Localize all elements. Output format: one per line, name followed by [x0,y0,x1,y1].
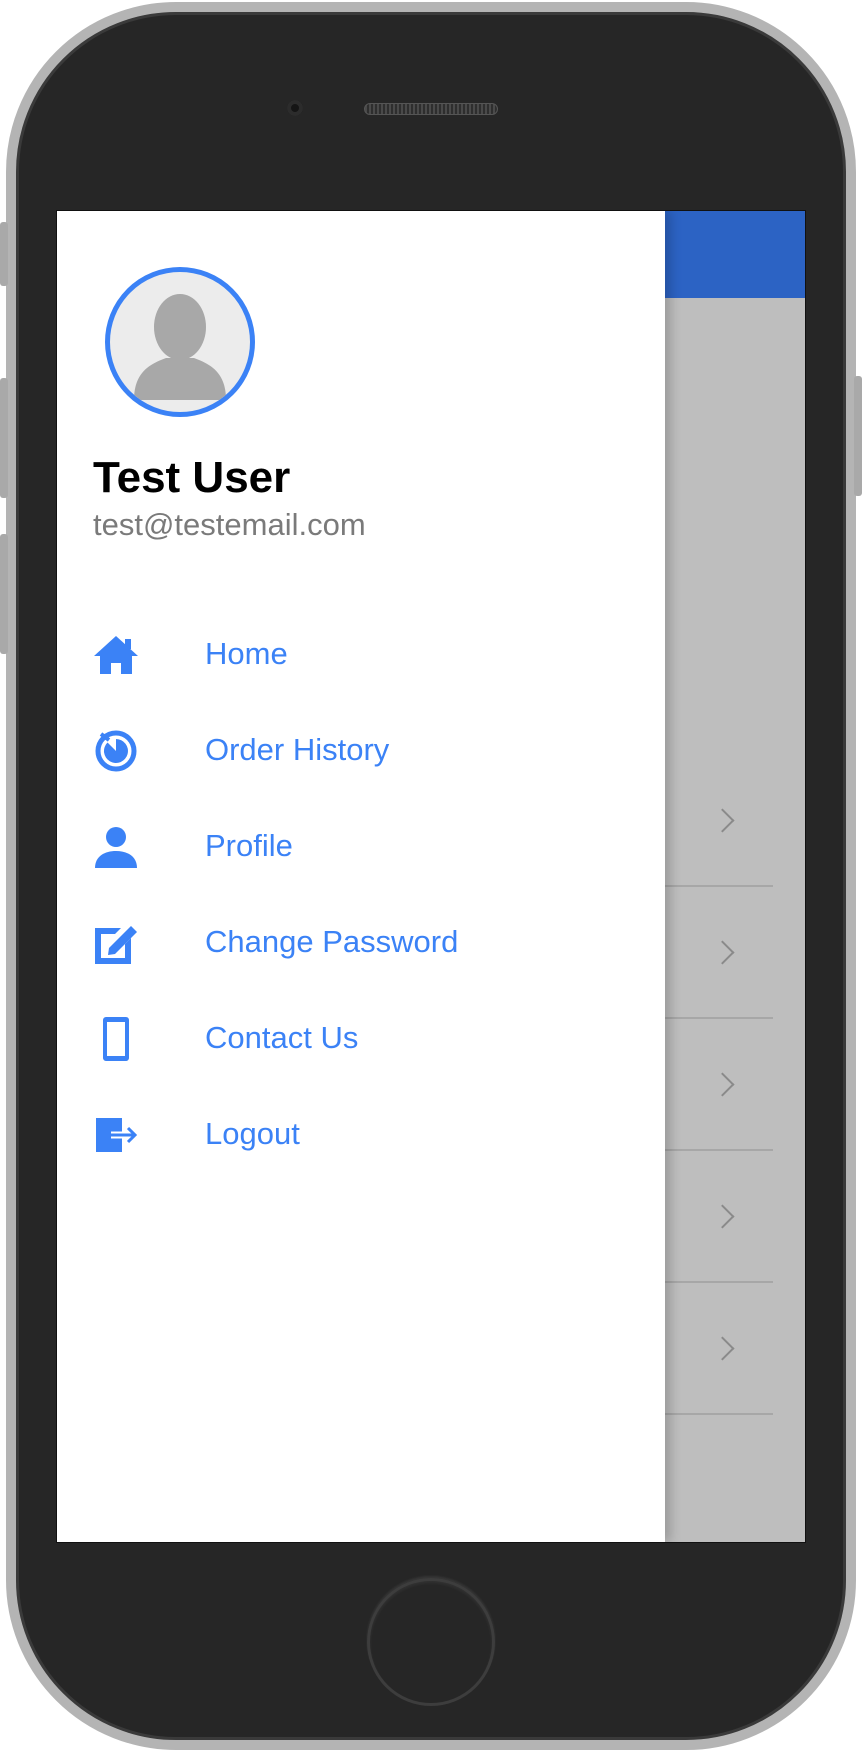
menu-item-contact-us[interactable]: Contact Us [57,1000,665,1080]
phone-icon [91,1014,141,1064]
person-icon [91,822,141,872]
chevron-right-icon [710,1203,735,1229]
power-button [854,376,862,496]
navigation-drawer: Test User test@testemail.com Home Order … [57,211,665,1542]
menu-item-label: Profile [205,828,293,863]
menu-item-profile[interactable]: Profile [57,808,665,888]
history-icon [91,726,141,776]
menu-item-label: Change Password [205,924,459,959]
menu-item-label: Contact Us [205,1020,359,1055]
edit-icon [91,918,141,968]
home-icon [91,630,141,680]
menu-item-logout[interactable]: Logout [57,1096,665,1176]
logout-icon [91,1110,141,1160]
volume-up-button [0,378,8,498]
menu-item-home[interactable]: Home [57,616,665,696]
avatar[interactable] [105,267,255,417]
mute-switch [0,222,8,286]
phone-screen: Test User test@testemail.com Home Order … [56,210,806,1543]
home-hardware-button[interactable] [367,1578,495,1706]
chevron-right-icon [710,807,735,833]
menu-item-change-password[interactable]: Change Password [57,904,665,984]
person-placeholder-icon [134,294,226,400]
menu-item-label: Logout [205,1116,300,1151]
chevron-right-icon [710,939,735,965]
front-camera [287,100,303,116]
user-name: Test User [93,453,291,502]
menu-item-label: Home [205,636,288,671]
earpiece-speaker [364,103,498,115]
menu-item-order-history[interactable]: Order History [57,712,665,792]
menu-item-label: Order History [205,732,390,767]
chevron-right-icon [710,1335,735,1361]
volume-down-button [0,534,8,654]
chevron-right-icon [710,1071,735,1097]
user-email: test@testemail.com [93,507,366,542]
